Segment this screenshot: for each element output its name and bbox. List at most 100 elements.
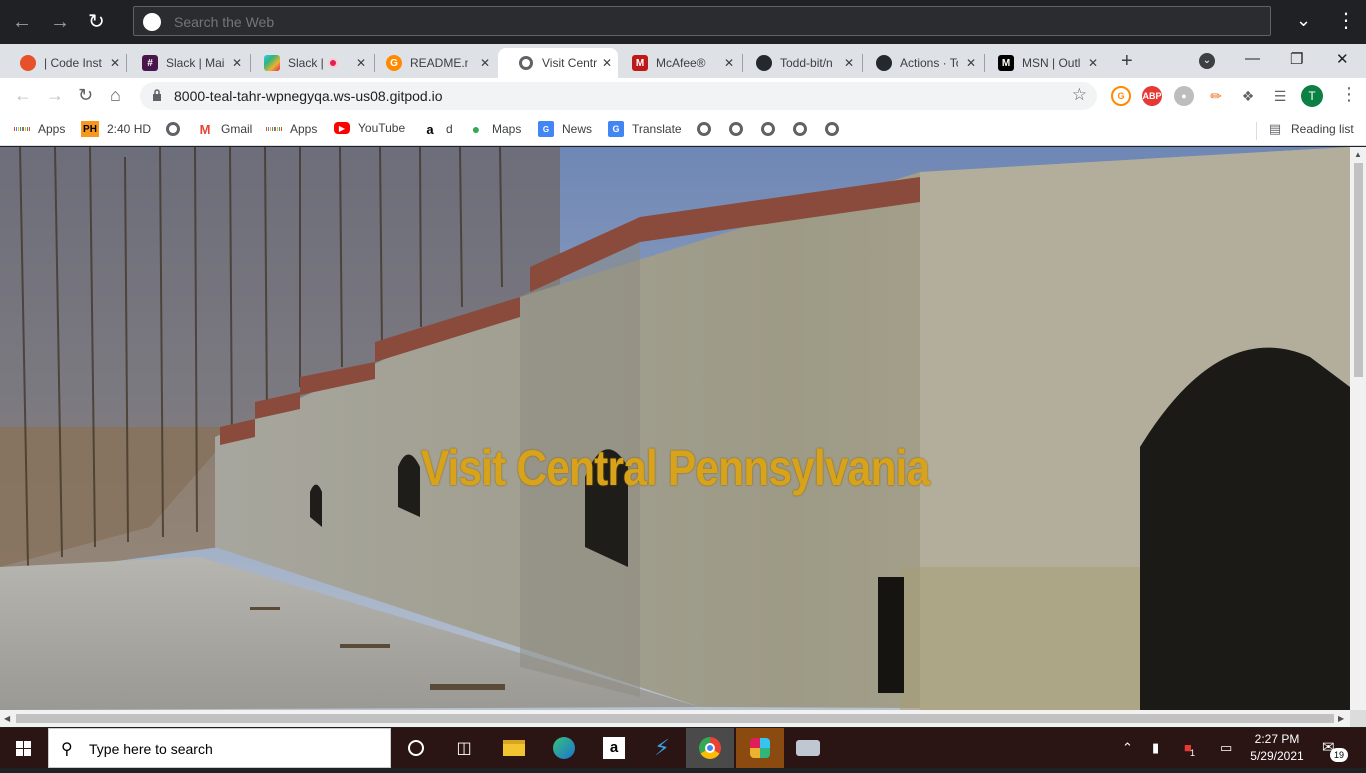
window-close-icon[interactable]: ✕	[1336, 50, 1349, 68]
bookmark-globe-6[interactable]	[824, 121, 848, 137]
new-tab-button[interactable]: +	[1121, 50, 1133, 73]
chrome-button[interactable]	[686, 728, 734, 768]
close-icon[interactable]: ✕	[1088, 56, 1098, 70]
chevron-up-icon[interactable]: ⌃	[1122, 740, 1133, 756]
web-search-input[interactable]	[174, 12, 774, 32]
bookmark-globe[interactable]	[165, 121, 189, 137]
bookmark-translate[interactable]: G Translate	[608, 121, 682, 137]
bookmark-label: Apps	[290, 122, 318, 136]
reload-button[interactable]: ↻	[78, 85, 93, 106]
start-button[interactable]	[0, 728, 48, 768]
close-icon[interactable]: ✕	[844, 56, 854, 70]
scroll-up-arrow-icon[interactable]: ▲	[1354, 150, 1362, 159]
grammarly-extension-icon[interactable]: G	[1111, 86, 1131, 106]
forward-button[interactable]: →	[46, 85, 64, 106]
tab-github-actions[interactable]: Actions · To ✕	[856, 48, 982, 78]
close-icon[interactable]: ✕	[356, 56, 366, 70]
folder-icon	[503, 740, 525, 756]
extension-icon[interactable]: ●	[1174, 86, 1194, 106]
puzzle-extensions-icon[interactable]: ❖	[1238, 86, 1258, 106]
scrollbar-corner	[1350, 710, 1366, 727]
tab-readme[interactable]: G README.m ✕	[366, 48, 496, 78]
minimize-icon[interactable]: —	[1245, 50, 1260, 67]
file-explorer-button[interactable]	[490, 728, 538, 768]
taskbar-search-box[interactable]: ⚲ Type here to search	[48, 728, 391, 768]
vertical-scroll-thumb[interactable]	[1354, 163, 1363, 377]
horizontal-scrollbar[interactable]: ◀ ▶	[0, 710, 1350, 727]
close-icon[interactable]: ✕	[724, 56, 734, 70]
code-institute-icon	[20, 55, 36, 71]
bookmark-ph[interactable]: PH 2:40 HD	[81, 121, 151, 137]
tab-visit-central[interactable]: Visit Centr ✕	[498, 48, 618, 78]
bookmark-apps[interactable]: Apps	[14, 121, 65, 137]
close-icon[interactable]: ✕	[480, 56, 490, 70]
bookmark-label: 2:40 HD	[107, 122, 152, 136]
reading-list-button[interactable]: ▤ Reading list	[1267, 121, 1354, 137]
bookmark-globe-3[interactable]	[728, 121, 752, 137]
tray-badge: 1	[1190, 748, 1196, 758]
bookmark-label: Apps	[38, 122, 66, 136]
tab-mcafee[interactable]: M McAfee® ✕	[612, 48, 740, 78]
tab-label: MSN | Outl	[1022, 56, 1080, 70]
bookmark-globe-5[interactable]	[792, 121, 816, 137]
bookmark-news[interactable]: G News	[538, 121, 592, 137]
tab-msn[interactable]: M MSN | Outl ✕	[978, 48, 1104, 78]
tab-slack[interactable]: Slack | ✕	[244, 48, 372, 78]
back-button[interactable]: ←	[14, 85, 32, 106]
color-picker-extension-icon[interactable]: ✏	[1206, 86, 1226, 106]
bookmark-apps-2[interactable]: Apps	[266, 121, 317, 137]
close-icon[interactable]: ✕	[110, 56, 120, 70]
tab-github-todd[interactable]: Todd-bit/n ✕	[736, 48, 860, 78]
close-icon[interactable]: ✕	[966, 56, 976, 70]
lock-icon	[153, 89, 161, 101]
bookmark-globe-2[interactable]	[696, 121, 720, 137]
globe-icon	[760, 121, 776, 137]
slack-button[interactable]	[736, 728, 784, 768]
media-controls-icon[interactable]: ☰	[1270, 86, 1290, 106]
horizontal-scroll-thumb[interactable]	[16, 714, 1334, 723]
system-clock[interactable]: 2:27 PM 5/29/2021	[1246, 731, 1308, 765]
back-arrow-icon[interactable]: ←	[12, 10, 32, 34]
more-menu-icon[interactable]: ⋮	[1336, 8, 1356, 33]
slack-icon	[750, 738, 770, 758]
tab-slack-main[interactable]: # Slack | Mai ✕	[122, 48, 248, 78]
profile-avatar[interactable]: T	[1301, 85, 1323, 107]
bookmarks-bar: Apps PH 2:40 HD M Gmail Apps ▶ YouTube a…	[0, 114, 1366, 146]
close-icon[interactable]: ✕	[602, 56, 612, 70]
reload-icon[interactable]: ↻	[88, 10, 105, 34]
msn-icon: M	[998, 55, 1014, 71]
globe-icon	[728, 121, 744, 137]
amazon-button[interactable]: a	[590, 728, 638, 768]
bookmark-gmail[interactable]: M Gmail	[197, 121, 253, 137]
bookmark-label: Gmail	[221, 122, 253, 136]
bookmark-maps[interactable]: ● Maps	[468, 121, 522, 137]
home-button[interactable]: ⌂	[110, 85, 121, 106]
slack-icon	[264, 55, 280, 71]
omnibox[interactable]: 8000-teal-tahr-wpnegyqa.ws-us08.gitpod.i…	[140, 82, 1097, 110]
battery-icon[interactable]: ▮	[1152, 740, 1159, 756]
scroll-left-arrow-icon[interactable]: ◀	[4, 714, 10, 723]
forward-arrow-icon[interactable]: →	[50, 10, 70, 34]
adblock-extension-icon[interactable]: ABP	[1142, 86, 1162, 106]
camera-button[interactable]	[784, 728, 832, 768]
url-text[interactable]: 8000-teal-tahr-wpnegyqa.ws-us08.gitpod.i…	[174, 88, 443, 104]
tab-search-icon[interactable]: ⌄	[1199, 53, 1215, 69]
chrome-menu-icon[interactable]: ⋮	[1340, 84, 1358, 105]
vscode-button[interactable]: ⚡	[638, 728, 686, 768]
tab-code-institute[interactable]: | Code Inst ✕	[0, 48, 126, 78]
hero-title: Visit Central Pennsylvania	[420, 440, 930, 496]
bookmark-star-icon[interactable]: ☆	[1072, 85, 1087, 105]
web-search-box[interactable]	[133, 6, 1271, 36]
chevron-down-icon[interactable]: ⌄	[1296, 10, 1311, 31]
display-icon[interactable]: ▭	[1220, 740, 1232, 756]
restore-icon[interactable]: ❐	[1290, 50, 1303, 68]
bookmark-youtube[interactable]: ▶ YouTube	[334, 121, 405, 135]
edge-button[interactable]	[540, 728, 588, 768]
task-view-button[interactable]: ◫	[440, 728, 488, 768]
bookmark-globe-4[interactable]	[760, 121, 784, 137]
cortana-button[interactable]	[392, 728, 440, 768]
bookmark-amazon[interactable]: a d	[422, 121, 452, 137]
scroll-right-arrow-icon[interactable]: ▶	[1338, 714, 1344, 723]
vertical-scrollbar[interactable]: ▲	[1350, 147, 1366, 710]
close-icon[interactable]: ✕	[232, 56, 242, 70]
